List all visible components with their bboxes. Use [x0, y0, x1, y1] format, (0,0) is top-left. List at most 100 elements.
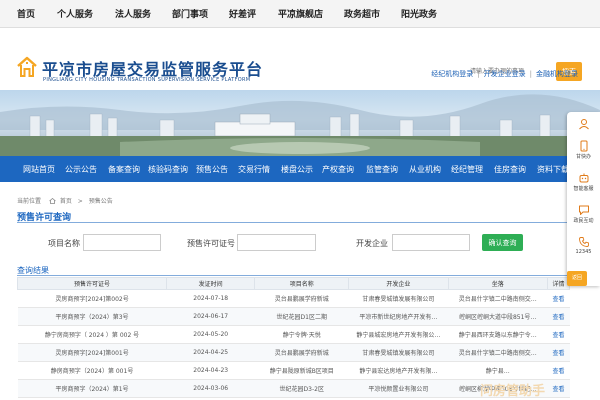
table-header-row: 预售许可证号 发证时间 项目名称 开发企业 坐落 详情	[16, 277, 571, 290]
main-nav-presale-notice[interactable]: 预售公告	[196, 164, 228, 175]
float-item-person[interactable]	[567, 118, 600, 130]
top-nav-sunshine-affairs[interactable]: 阳光政务	[401, 7, 437, 20]
float-label-interaction: 政民互动	[573, 218, 594, 224]
mobile-phone-icon	[580, 140, 587, 152]
top-nav: 首页 个人服务 法人服务 部门事项 好差评 平凉旗舰店 政务超市 阳光政务	[0, 0, 600, 28]
main-nav-notices[interactable]: 公示公告	[65, 164, 97, 175]
project-name-input[interactable]	[83, 234, 161, 251]
view-detail-link[interactable]: 查看	[547, 307, 570, 326]
issue-date-cell: 2024-05-20	[166, 325, 255, 344]
main-nav-housing-query[interactable]: 佳房查询	[494, 164, 526, 175]
table-row: 静房商预字（2024）第 001号 2024-04-23 静宁县陇原新城B区项目…	[17, 361, 570, 380]
broker-login-link[interactable]: 经纪机构登录	[431, 70, 473, 78]
permit-number-cell: 静房商预字（2024）第 001号	[17, 361, 167, 380]
phone-icon	[578, 237, 589, 247]
main-nav-downloads[interactable]: 资料下载	[537, 164, 569, 175]
confirm-query-button[interactable]: 确认查询	[482, 234, 523, 251]
top-nav-legal-person-services[interactable]: 法人服务	[115, 7, 151, 20]
float-label-hotline: 12345	[575, 249, 592, 255]
presale-permit-input[interactable]	[237, 234, 316, 251]
location-cell: 静宁县…	[448, 361, 548, 380]
column-header: 项目名称	[254, 277, 350, 290]
location-cell: 灵台县什字镇二中路南侧交…	[448, 289, 548, 308]
section-divider	[17, 222, 570, 223]
top-nav-feedback[interactable]: 好差评	[229, 7, 256, 20]
table-row: 静宁房商预字（ 2024 ）第 002 号 2024-05-20 静宁令牌·天悦…	[17, 325, 570, 344]
developer-cell: 静宁县城宏房地产开发有限公…	[348, 325, 449, 344]
project-name-cell: 灵台县鹏展学府新城	[254, 343, 349, 362]
link-separator: |	[477, 70, 480, 78]
permit-number-cell: 平房商预字（2024）第1号	[17, 379, 167, 398]
column-header: 发证时间	[166, 277, 256, 290]
permit-number-cell: 平房商预字（2024）第3号	[17, 307, 167, 326]
float-item-hotline-12345[interactable]: 12345	[567, 236, 600, 255]
main-nav-property-publicity[interactable]: 楼盘公示	[281, 164, 313, 175]
view-detail-link[interactable]: 查看	[547, 325, 570, 344]
breadcrumb-home-link[interactable]: 首页	[60, 198, 72, 205]
view-detail-link[interactable]: 查看	[547, 361, 570, 380]
issue-date-cell: 2024-03-06	[166, 379, 255, 398]
issue-date-cell: 2024-07-18	[166, 289, 255, 308]
person-icon	[578, 119, 589, 130]
main-nav-market-trend[interactable]: 交易行情	[238, 164, 270, 175]
robot-icon	[579, 173, 588, 183]
floating-service-bar: 甘快办 智能客服 政民互动 12345	[567, 112, 600, 286]
back-to-top-button[interactable]: 返回	[567, 271, 587, 286]
issue-date-cell: 2024-04-23	[166, 361, 255, 380]
developer-input[interactable]	[392, 234, 470, 251]
breadcrumb-presale-notice-link[interactable]: 预售公告	[89, 198, 113, 205]
results-divider	[17, 275, 570, 276]
project-name-label: 项目名称	[48, 239, 80, 248]
main-nav-supervision-query[interactable]: 监管查询	[366, 164, 398, 175]
developer-label: 开发企业	[356, 239, 388, 248]
financial-login-link[interactable]: 金融机构登录	[536, 70, 578, 78]
link-separator: |	[529, 70, 532, 78]
issue-date-cell: 2024-06-17	[166, 307, 255, 326]
permit-number-cell: 灵房商预字[2024]第002号	[17, 289, 167, 308]
float-item-gankuaiban[interactable]: 甘快办	[567, 140, 600, 160]
main-nav-home[interactable]: 网站首页	[23, 164, 55, 175]
location-cell: 崆峒区崆峒大道中段851号…	[448, 307, 548, 326]
developer-cell: 平凉市新世纪房地产开发有…	[348, 307, 449, 326]
main-nav: 网站首页 公示公告 备案查询 核验码查询 预售公告 交易行情 楼盘公示 产权查询…	[0, 156, 600, 182]
main-nav-filing-query[interactable]: 备案查询	[108, 164, 140, 175]
top-nav-department-affairs[interactable]: 部门事项	[172, 7, 208, 20]
column-header: 开发企业	[348, 277, 449, 290]
city-banner-image	[0, 90, 600, 156]
site-subtitle: PINGLIANG CITY HOUSING TRANSACTION SUPER…	[43, 77, 251, 83]
top-nav-government-market[interactable]: 政务超市	[344, 7, 380, 20]
login-links: 经纪机构登录 | 开发企业登录 | 金融机构登录	[431, 69, 578, 79]
column-header: 坐落	[447, 277, 548, 290]
view-detail-link[interactable]: 查看	[547, 343, 570, 362]
view-detail-link[interactable]: 查看	[547, 379, 570, 398]
permit-number-cell: 静宁房商预字（ 2024 ）第 002 号	[17, 325, 167, 344]
float-label-smart-service: 智能客服	[573, 186, 594, 192]
house-logo-icon	[17, 56, 37, 77]
project-name-cell: 静宁县陇原新城B区项目	[254, 361, 349, 380]
top-nav-flagship-store[interactable]: 平凉旗舰店	[278, 7, 323, 20]
table-row: 平房商预字（2024）第3号 2024-06-17 世纪花园D1区二期 平凉市新…	[17, 307, 570, 326]
breadcrumb-separator: >	[77, 198, 83, 205]
top-nav-personal-services[interactable]: 个人服务	[57, 7, 93, 20]
top-nav-home[interactable]: 首页	[17, 7, 35, 20]
main-nav-verification-code-query[interactable]: 核验码查询	[148, 164, 188, 175]
view-detail-link[interactable]: 查看	[547, 289, 570, 308]
main-nav-broker-management[interactable]: 经纪管理	[451, 164, 483, 175]
project-name-cell: 灵台县鹏展学府新城	[254, 289, 349, 308]
float-item-interaction[interactable]: 政民互动	[567, 204, 600, 224]
column-header: 预售许可证号	[16, 277, 168, 290]
main-nav-agencies[interactable]: 从业机构	[409, 164, 441, 175]
float-item-smart-service[interactable]: 智能客服	[567, 172, 600, 192]
main-nav-title-query[interactable]: 产权查询	[322, 164, 354, 175]
project-name-cell: 世纪花园D3-2区	[254, 379, 349, 398]
home-icon	[49, 198, 56, 204]
developer-login-link[interactable]: 开发企业登录	[484, 70, 526, 78]
developer-cell: 平凉悦颜置业有限公司	[348, 379, 449, 398]
site-header: 平凉市房屋交易监管服务平台 PINGLIANG CITY HOUSING TRA…	[0, 28, 600, 90]
project-name-cell: 静宁令牌·天悦	[254, 325, 349, 344]
permit-number-cell: 灵房商预字[2024]第001号	[17, 343, 167, 362]
presale-permit-label: 预售许可证号	[187, 239, 235, 248]
watermark-text: 问房管助手	[480, 384, 546, 399]
location-cell: 灵台县什字镇二中路南侧交…	[448, 343, 548, 362]
developer-cell: 静宁县宏达房地产开发有限…	[348, 361, 449, 380]
